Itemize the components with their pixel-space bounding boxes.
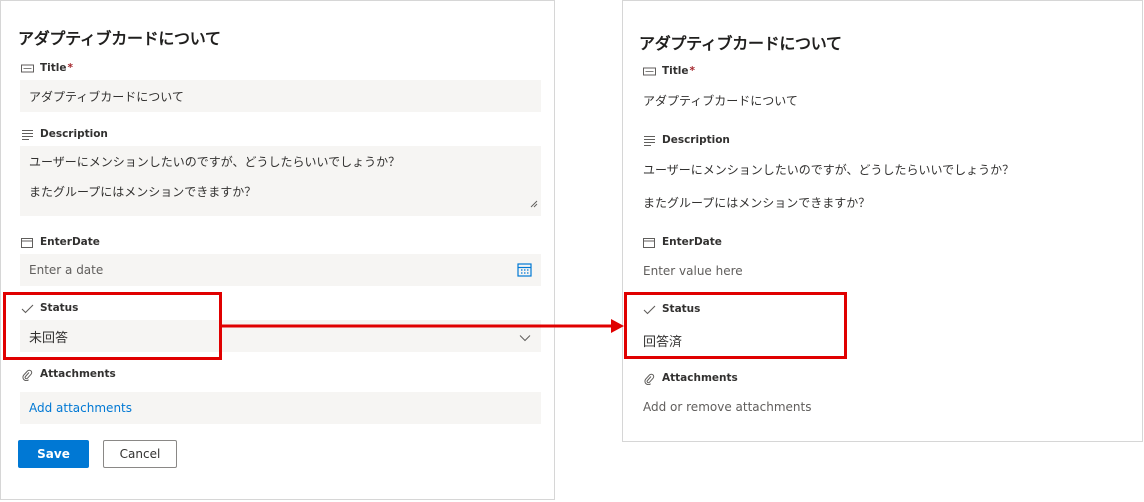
annotation-arrow: [222, 319, 624, 333]
